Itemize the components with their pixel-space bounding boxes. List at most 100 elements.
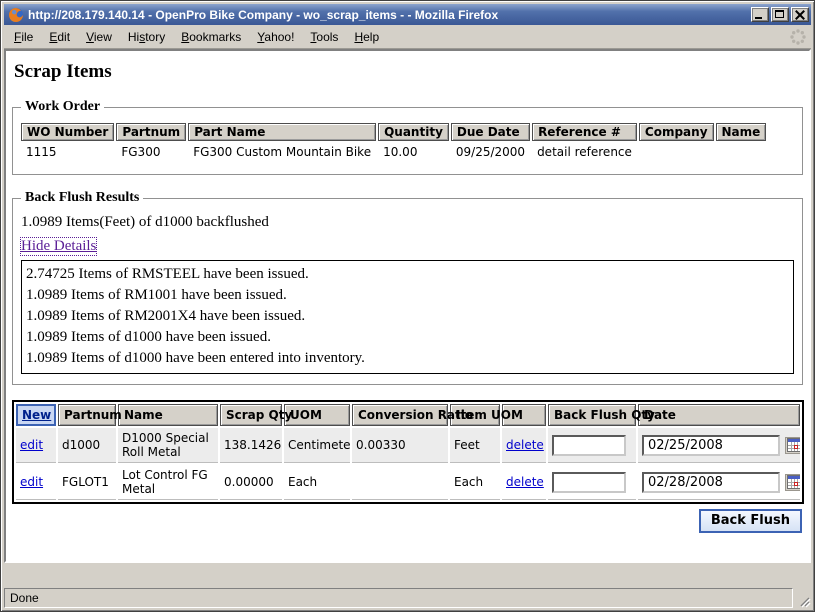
wo-col-due-date[interactable]: Due Date bbox=[451, 123, 530, 141]
window-title: http://208.179.140.14 - OpenPro Bike Com… bbox=[28, 8, 747, 22]
menu-tools[interactable]: Tools bbox=[302, 27, 346, 47]
edit-cell: edit bbox=[16, 428, 56, 463]
cell-scrap-qty: 138.14260 bbox=[220, 428, 282, 463]
scrap-table-row: edit d1000D1000 Special Roll Metal138.142… bbox=[16, 428, 800, 463]
menubar: FileEditViewHistoryBookmarksYahoo!ToolsH… bbox=[4, 25, 811, 49]
back-flush-results-fieldset: Back Flush Results 1.0989 Items(Feet) of… bbox=[12, 190, 803, 385]
back-flush-button-row: Back Flush bbox=[12, 506, 804, 533]
edit-cell: edit bbox=[16, 465, 56, 500]
menu-file[interactable]: File bbox=[6, 27, 41, 47]
cell-partnum: FGLOT1 bbox=[58, 465, 116, 500]
wo-col-wo-number[interactable]: WO Number bbox=[21, 123, 114, 141]
back-flush-qty-input[interactable] bbox=[552, 472, 626, 493]
minimize-button[interactable] bbox=[751, 7, 769, 22]
wo-cell-company bbox=[639, 143, 714, 160]
calendar-icon[interactable] bbox=[785, 437, 800, 454]
scrap-col-item-uom[interactable]: Item UOM bbox=[450, 404, 500, 426]
menu-yahoo[interactable]: Yahoo! bbox=[249, 27, 302, 47]
delete-link[interactable]: delete bbox=[506, 475, 544, 489]
date-field-group bbox=[642, 472, 796, 493]
wo-col-company[interactable]: Company bbox=[639, 123, 714, 141]
backflush-detail-line: 1.0989 Items of RM1001 have been issued. bbox=[26, 287, 789, 304]
statusbar: Done bbox=[4, 586, 811, 608]
wo-cell-part-name: FG300 Custom Mountain Bike bbox=[188, 143, 376, 160]
cell-item-uom: Feet bbox=[450, 428, 500, 463]
edit-link[interactable]: edit bbox=[20, 475, 43, 489]
maximize-icon bbox=[775, 10, 784, 18]
firefox-icon[interactable] bbox=[8, 7, 24, 23]
new-button-cell[interactable]: New bbox=[16, 404, 56, 426]
scrap-col-conversion-ratio[interactable]: Conversion Ratio bbox=[352, 404, 448, 426]
edit-link[interactable]: edit bbox=[20, 438, 43, 452]
back-flush-qty-cell bbox=[548, 465, 636, 500]
scrap-table-header-row: New PartnumNameScrap QtyUOMConversion Ra… bbox=[16, 404, 800, 426]
work-order-fieldset: Work Order WO NumberPartnumPart NameQuan… bbox=[12, 99, 803, 175]
work-order-header-row: WO NumberPartnumPart NameQuantityDue Dat… bbox=[21, 123, 766, 141]
page-title: Scrap Items bbox=[14, 61, 803, 83]
wo-col-reference[interactable]: Reference # bbox=[532, 123, 637, 141]
menu-edit[interactable]: Edit bbox=[41, 27, 78, 47]
status-panel: Done bbox=[4, 588, 793, 608]
scrap-table-row: editFGLOT1Lot Control FG Metal0.00000Eac… bbox=[16, 465, 800, 500]
back-flush-button[interactable]: Back Flush bbox=[699, 509, 802, 533]
cell-uom: Each bbox=[284, 465, 350, 500]
menu-help[interactable]: Help bbox=[346, 27, 387, 47]
wo-col-partnum[interactable]: Partnum bbox=[116, 123, 186, 141]
back-flush-qty-input[interactable] bbox=[552, 435, 626, 456]
wo-cell-reference: detail reference bbox=[532, 143, 637, 160]
throbber-icon bbox=[787, 26, 809, 48]
backflush-detail-line: 1.0989 Items of RM2001X4 have been issue… bbox=[26, 308, 789, 325]
cell-name: Lot Control FG Metal bbox=[118, 465, 218, 500]
cell-partnum: d1000 bbox=[58, 428, 116, 463]
calendar-icon[interactable] bbox=[785, 474, 800, 491]
cell-scrap-qty: 0.00000 bbox=[220, 465, 282, 500]
back-flush-qty-cell bbox=[548, 428, 636, 463]
menubar-items: FileEditViewHistoryBookmarksYahoo!ToolsH… bbox=[6, 27, 387, 47]
hide-details-link[interactable]: Hide Details bbox=[21, 238, 96, 255]
scrap-col-partnum[interactable]: Partnum bbox=[58, 404, 116, 426]
scrap-col-back-flush-qty[interactable]: Back Flush Qty bbox=[548, 404, 636, 426]
wo-col-part-name[interactable]: Part Name bbox=[188, 123, 376, 141]
close-icon bbox=[795, 10, 805, 20]
wo-cell-quantity: 10.00 bbox=[378, 143, 449, 160]
scrap-col-scrap-qty[interactable]: Scrap Qty bbox=[220, 404, 282, 426]
date-field-group bbox=[642, 435, 796, 456]
work-order-body: 1115FG300FG300 Custom Mountain Bike10.00… bbox=[21, 143, 766, 160]
new-link[interactable]: New bbox=[22, 408, 51, 422]
delete-link[interactable]: delete bbox=[506, 438, 544, 452]
backflush-summary: 1.0989 Items(Feet) of d1000 backflushed bbox=[21, 214, 796, 231]
wo-col-quantity[interactable]: Quantity bbox=[378, 123, 449, 141]
page-content: Scrap Items Work Order WO NumberPartnumP… bbox=[4, 49, 811, 563]
minimize-icon bbox=[755, 17, 762, 19]
menu-history[interactable]: History bbox=[120, 27, 173, 47]
cell-conversion-ratio bbox=[352, 465, 448, 500]
wo-cell-partnum: FG300 bbox=[116, 143, 186, 160]
backflush-detail-line: 1.0989 Items of d1000 have been entered … bbox=[26, 350, 789, 367]
browser-window: http://208.179.140.14 - OpenPro Bike Com… bbox=[0, 0, 815, 612]
cell-name: D1000 Special Roll Metal bbox=[118, 428, 218, 463]
titlebar[interactable]: http://208.179.140.14 - OpenPro Bike Com… bbox=[4, 4, 811, 25]
maximize-button[interactable] bbox=[771, 7, 789, 22]
date-input[interactable] bbox=[642, 472, 780, 493]
scrap-col-name[interactable]: Name bbox=[118, 404, 218, 426]
delete-cell: delete bbox=[502, 428, 546, 463]
date-cell bbox=[638, 428, 800, 463]
resize-grip-icon[interactable] bbox=[797, 594, 811, 608]
scrap-col-date[interactable]: Date bbox=[638, 404, 800, 426]
work-order-row: 1115FG300FG300 Custom Mountain Bike10.00… bbox=[21, 143, 766, 160]
delete-cell: delete bbox=[502, 465, 546, 500]
menu-bookmarks[interactable]: Bookmarks bbox=[173, 27, 249, 47]
back-flush-results-legend: Back Flush Results bbox=[21, 190, 143, 206]
cell-conversion-ratio: 0.00330 bbox=[352, 428, 448, 463]
scrap-table-body: edit d1000D1000 Special Roll Metal138.142… bbox=[16, 428, 800, 500]
cell-item-uom: Each bbox=[450, 465, 500, 500]
date-input[interactable] bbox=[642, 435, 780, 456]
status-text: Done bbox=[10, 591, 39, 605]
close-button[interactable] bbox=[791, 7, 809, 22]
wo-cell-wo-number: 1115 bbox=[21, 143, 114, 160]
menu-view[interactable]: View bbox=[78, 27, 120, 47]
scrap-col-uom[interactable]: UOM bbox=[284, 404, 350, 426]
wo-col-name[interactable]: Name bbox=[716, 123, 767, 141]
wo-cell-due-date: 09/25/2000 bbox=[451, 143, 530, 160]
backflush-details-box: 2.74725 Items of RMSTEEL have been issue… bbox=[21, 260, 794, 374]
